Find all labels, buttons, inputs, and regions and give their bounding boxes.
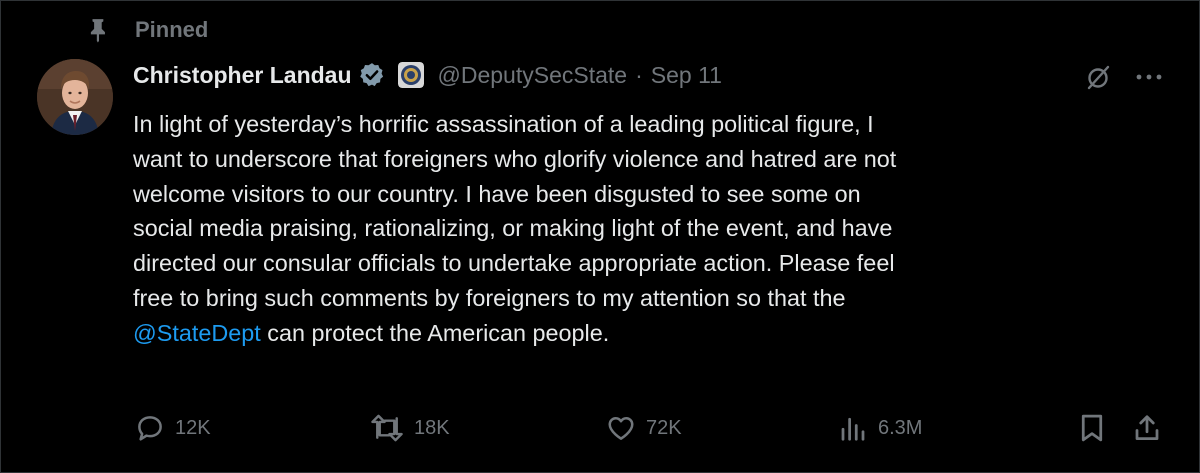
- tweet-card[interactable]: Pinned Christopher Landau @DeputySecStat…: [0, 0, 1200, 473]
- views-count: 6.3M: [878, 416, 923, 439]
- author-name[interactable]: Christopher Landau: [133, 62, 352, 89]
- tweet-line: want to underscore that foreigners who g…: [133, 145, 897, 172]
- pinned-indicator: Pinned: [86, 15, 208, 45]
- grok-icon[interactable]: [1084, 63, 1112, 91]
- share-button[interactable]: [1132, 410, 1162, 446]
- like-button[interactable]: 72K: [606, 410, 682, 446]
- action-bar: 12K 18K 72K 6.3M: [1, 410, 1200, 446]
- tweet-date[interactable]: Sep 11: [651, 62, 722, 89]
- repost-count: 18K: [414, 416, 450, 439]
- repost-button[interactable]: 18K: [370, 410, 450, 446]
- tweet-line: free to bring such comments by foreigner…: [133, 284, 846, 311]
- tweet-text: In light of yesterday’s horrific assassi…: [133, 107, 1178, 351]
- avatar[interactable]: [37, 59, 113, 135]
- pin-icon: [90, 19, 105, 43]
- separator-dot: ·: [635, 61, 643, 88]
- views-button[interactable]: 6.3M: [838, 410, 922, 446]
- tweet-line-rest: can protect the American people.: [260, 319, 610, 346]
- more-options-icon[interactable]: [1132, 63, 1166, 91]
- bookmark-button[interactable]: [1078, 410, 1106, 446]
- views-icon: [841, 417, 865, 441]
- author-handle[interactable]: @DeputySecState: [438, 62, 628, 89]
- state-department-seal-icon[interactable]: [397, 62, 424, 88]
- tweet-line: welcome visitors to our country. I have …: [133, 180, 861, 207]
- tweet-line: social media praising, rationalizing, or…: [133, 215, 893, 242]
- share-icon: [1135, 415, 1159, 440]
- reply-icon: [138, 416, 162, 441]
- tweet-header: Christopher Landau @DeputySecState · Sep…: [133, 58, 722, 92]
- avatar-photo: [37, 59, 113, 135]
- pinned-label: Pinned: [135, 17, 209, 42]
- mention-link[interactable]: @StateDept: [133, 320, 261, 346]
- reply-button[interactable]: 12K: [135, 410, 211, 446]
- repost-icon: [371, 414, 403, 442]
- tweet-line: In light of yesterday’s horrific assassi…: [133, 111, 874, 137]
- tweet-line-last: @StateDept can protect the American peop…: [133, 316, 1178, 351]
- tweet-line: directed our consular officials to under…: [133, 250, 895, 277]
- like-count: 72K: [646, 416, 682, 439]
- verified-badge-icon[interactable]: [358, 61, 386, 89]
- bookmark-icon: [1081, 414, 1103, 442]
- like-icon: [608, 417, 634, 440]
- reply-count: 12K: [175, 416, 211, 439]
